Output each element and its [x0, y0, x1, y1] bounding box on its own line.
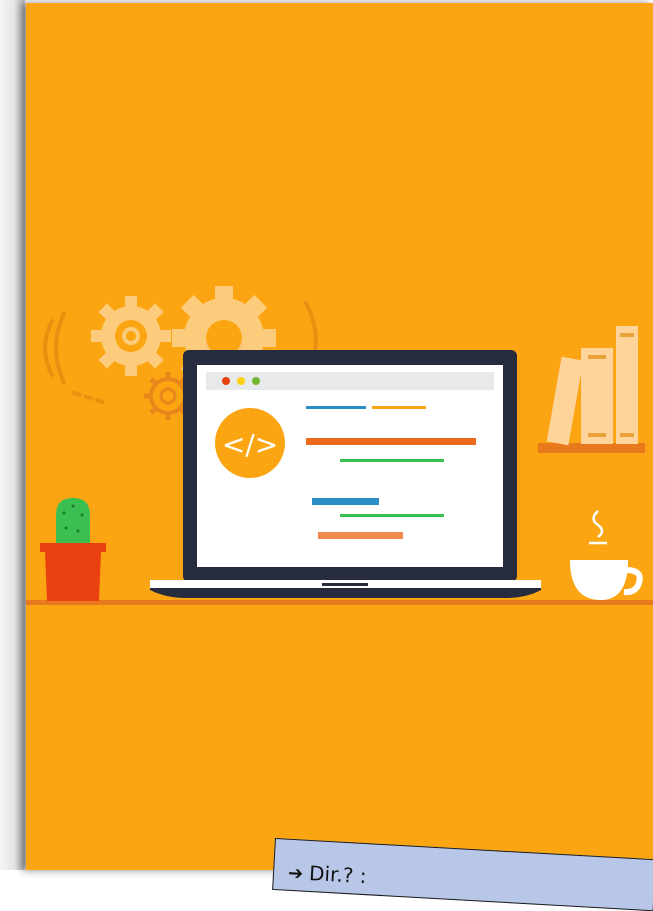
- caption-label: Dir.? :: [308, 860, 368, 889]
- poster: </>: [26, 3, 653, 870]
- bookshelf: [538, 326, 645, 453]
- right-arrow-icon: ➔: [287, 862, 304, 885]
- shelf: [538, 443, 645, 453]
- book: [581, 348, 613, 444]
- coffee-cup-icon: [570, 510, 643, 600]
- workspace-illustration: </>: [26, 286, 653, 605]
- browser-bar: [206, 372, 494, 390]
- cactus-plant: [40, 498, 106, 601]
- book: [546, 356, 584, 446]
- window-dot-green-icon: [252, 377, 260, 385]
- book: [616, 326, 638, 444]
- gear-icon: [91, 296, 171, 376]
- code-symbol-icon: </>: [222, 428, 278, 461]
- plant-pot: [40, 543, 106, 552]
- window-dot-red-icon: [222, 377, 230, 385]
- laptop: </>: [150, 350, 541, 598]
- desk-surface: [26, 600, 653, 605]
- laptop-notch: [322, 583, 368, 586]
- window-dot-yellow-icon: [237, 377, 245, 385]
- caption-tag-text: ➔ Dir.? :: [287, 860, 367, 888]
